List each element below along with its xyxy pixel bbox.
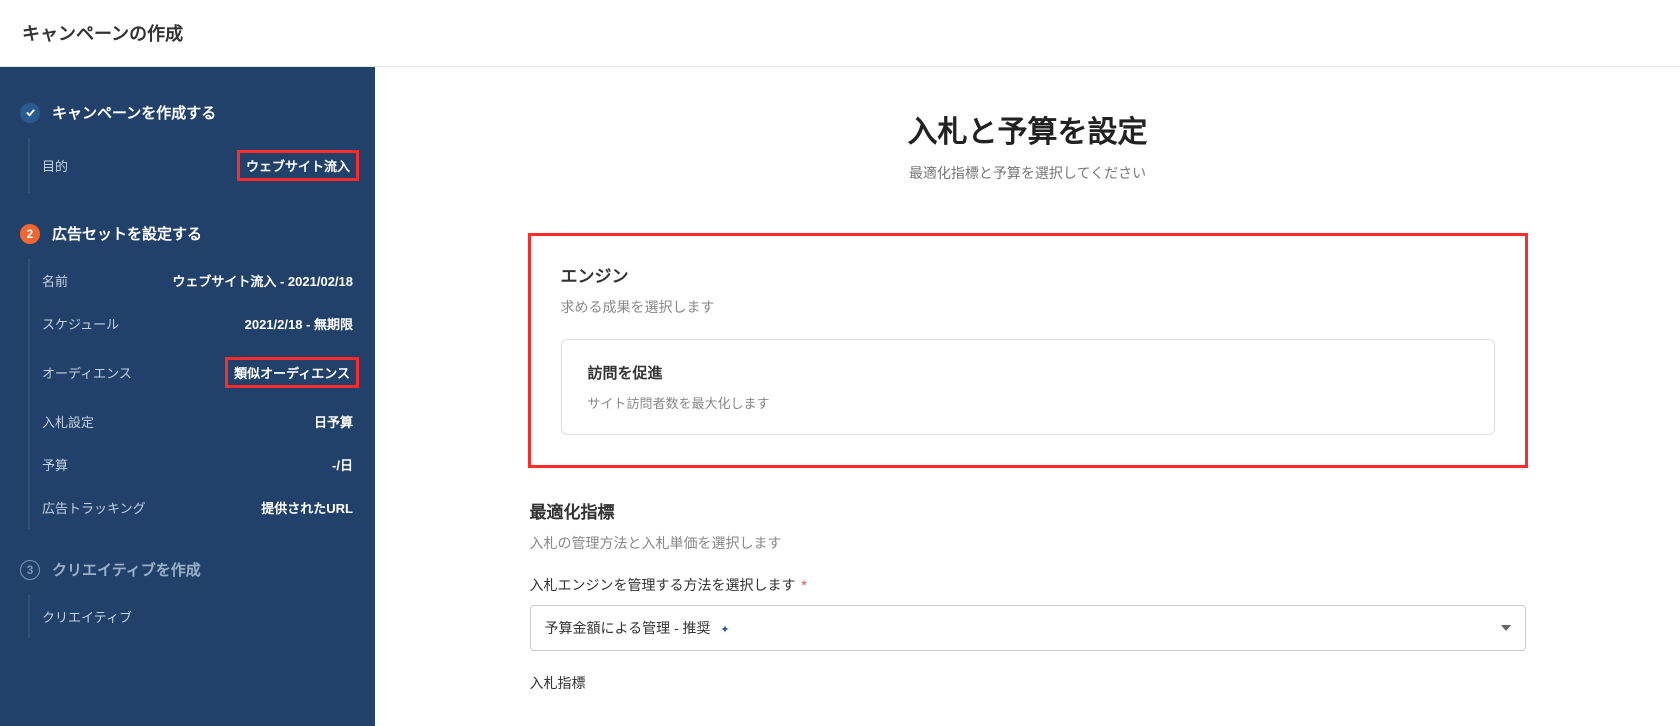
indicator-bar bbox=[28, 443, 30, 486]
sidebar-item-budget[interactable]: 予算 -/日 bbox=[0, 443, 375, 486]
optimization-section: 最適化指標 入札の管理方法と入札単価を選択します 入札エンジンを管理する方法を選… bbox=[528, 498, 1528, 723]
required-asterisk: * bbox=[801, 577, 806, 593]
method-label-text: 入札エンジンを管理する方法を選択します bbox=[530, 577, 796, 593]
item-value: ウェブサイト流入 - 2021/02/18 bbox=[172, 271, 353, 290]
item-value: 2021/2/18 - 無期限 bbox=[245, 314, 353, 333]
main-subtitle: 最適化指標と予算を選択してください bbox=[435, 163, 1620, 183]
sidebar-item-audience[interactable]: オーディエンス 類似オーディエンス bbox=[0, 345, 375, 400]
item-value-highlighted: 類似オーディエンス bbox=[225, 357, 359, 388]
page-title-text: キャンペーンの作成 bbox=[22, 24, 183, 44]
indicator-bar bbox=[28, 138, 30, 193]
sidebar: キャンペーンを作成する 目的 ウェブサイト流入 2 広告セットを設定する 名前 … bbox=[0, 67, 375, 726]
item-label: スケジュール bbox=[42, 314, 119, 333]
item-label: 目的 bbox=[42, 156, 68, 175]
method-label: 入札エンジンを管理する方法を選択します * bbox=[530, 575, 1526, 595]
info-icon: ✦ bbox=[720, 624, 729, 636]
chevron-down-icon bbox=[1501, 625, 1511, 631]
optimization-desc: 入札の管理方法と入札単価を選択します bbox=[530, 533, 1526, 553]
main-header: 入札と予算を設定 最適化指標と予算を選択してください bbox=[435, 107, 1620, 183]
method-select[interactable]: 予算金額による管理 - 推奨 ✦ bbox=[530, 605, 1526, 651]
engine-title: エンジン bbox=[561, 262, 1495, 287]
sidebar-item-bid[interactable]: 入札設定 日予算 bbox=[0, 400, 375, 443]
item-value: 日予算 bbox=[314, 412, 353, 431]
step-badge-active: 2 bbox=[20, 224, 40, 244]
indicator-bar bbox=[28, 345, 30, 400]
main-title: 入札と予算を設定 bbox=[435, 107, 1620, 151]
engine-card-desc: サイト訪問者数を最大化します bbox=[588, 393, 1468, 412]
sidebar-item-creative[interactable]: クリエイティブ bbox=[0, 595, 375, 638]
engine-card-title: 訪問を促進 bbox=[588, 362, 1468, 383]
item-label: 入札設定 bbox=[42, 412, 94, 431]
sidebar-item-schedule[interactable]: スケジュール 2021/2/18 - 無期限 bbox=[0, 302, 375, 345]
indicator-bar bbox=[28, 400, 30, 443]
item-value: -/日 bbox=[332, 455, 353, 474]
step1-header[interactable]: キャンペーンを作成する bbox=[0, 92, 375, 133]
sidebar-item-objective[interactable]: 目的 ウェブサイト流入 bbox=[0, 138, 375, 193]
item-label: 名前 bbox=[42, 271, 68, 290]
item-label: オーディエンス bbox=[42, 363, 132, 382]
engine-section-highlighted: エンジン 求める成果を選択します 訪問を促進 サイト訪問者数を最大化します bbox=[528, 233, 1528, 468]
step2-header[interactable]: 2 広告セットを設定する bbox=[0, 213, 375, 254]
item-label: クリエイティブ bbox=[42, 607, 132, 626]
item-value: 提供されたURL bbox=[261, 498, 353, 517]
indicator-bar bbox=[28, 595, 30, 638]
check-icon bbox=[20, 103, 40, 123]
method-select-value: 予算金額による管理 - 推奨 bbox=[545, 620, 711, 636]
indicator-bar bbox=[28, 259, 30, 302]
item-value-highlighted: ウェブサイト流入 bbox=[237, 150, 359, 181]
step1-items: 目的 ウェブサイト流入 bbox=[0, 133, 375, 213]
optimization-title: 最適化指標 bbox=[530, 498, 1526, 523]
step2-items: 名前 ウェブサイト流入 - 2021/02/18 スケジュール 2021/2/1… bbox=[0, 254, 375, 549]
indicator-bar bbox=[28, 486, 30, 529]
item-label: 予算 bbox=[42, 455, 68, 474]
indicator-bar bbox=[28, 302, 30, 345]
bid-label: 入札指標 bbox=[530, 673, 1526, 693]
main-content: 入札と予算を設定 最適化指標と予算を選択してください エンジン 求める成果を選択… bbox=[375, 67, 1680, 726]
sidebar-item-tracking[interactable]: 広告トラッキング 提供されたURL bbox=[0, 486, 375, 529]
sidebar-item-name[interactable]: 名前 ウェブサイト流入 - 2021/02/18 bbox=[0, 259, 375, 302]
engine-option-card[interactable]: 訪問を促進 サイト訪問者数を最大化します bbox=[561, 339, 1495, 435]
step3-items: クリエイティブ bbox=[0, 590, 375, 658]
engine-desc: 求める成果を選択します bbox=[561, 297, 1495, 317]
step2-title: 広告セットを設定する bbox=[52, 223, 202, 244]
step3-title: クリエイティブを作成 bbox=[52, 559, 201, 580]
step3-header[interactable]: 3 クリエイティブを作成 bbox=[0, 549, 375, 590]
item-label: 広告トラッキング bbox=[42, 498, 146, 517]
page-title: キャンペーンの作成 bbox=[0, 0, 1680, 67]
step1-title: キャンペーンを作成する bbox=[52, 102, 216, 123]
step-badge-pending: 3 bbox=[20, 560, 40, 580]
